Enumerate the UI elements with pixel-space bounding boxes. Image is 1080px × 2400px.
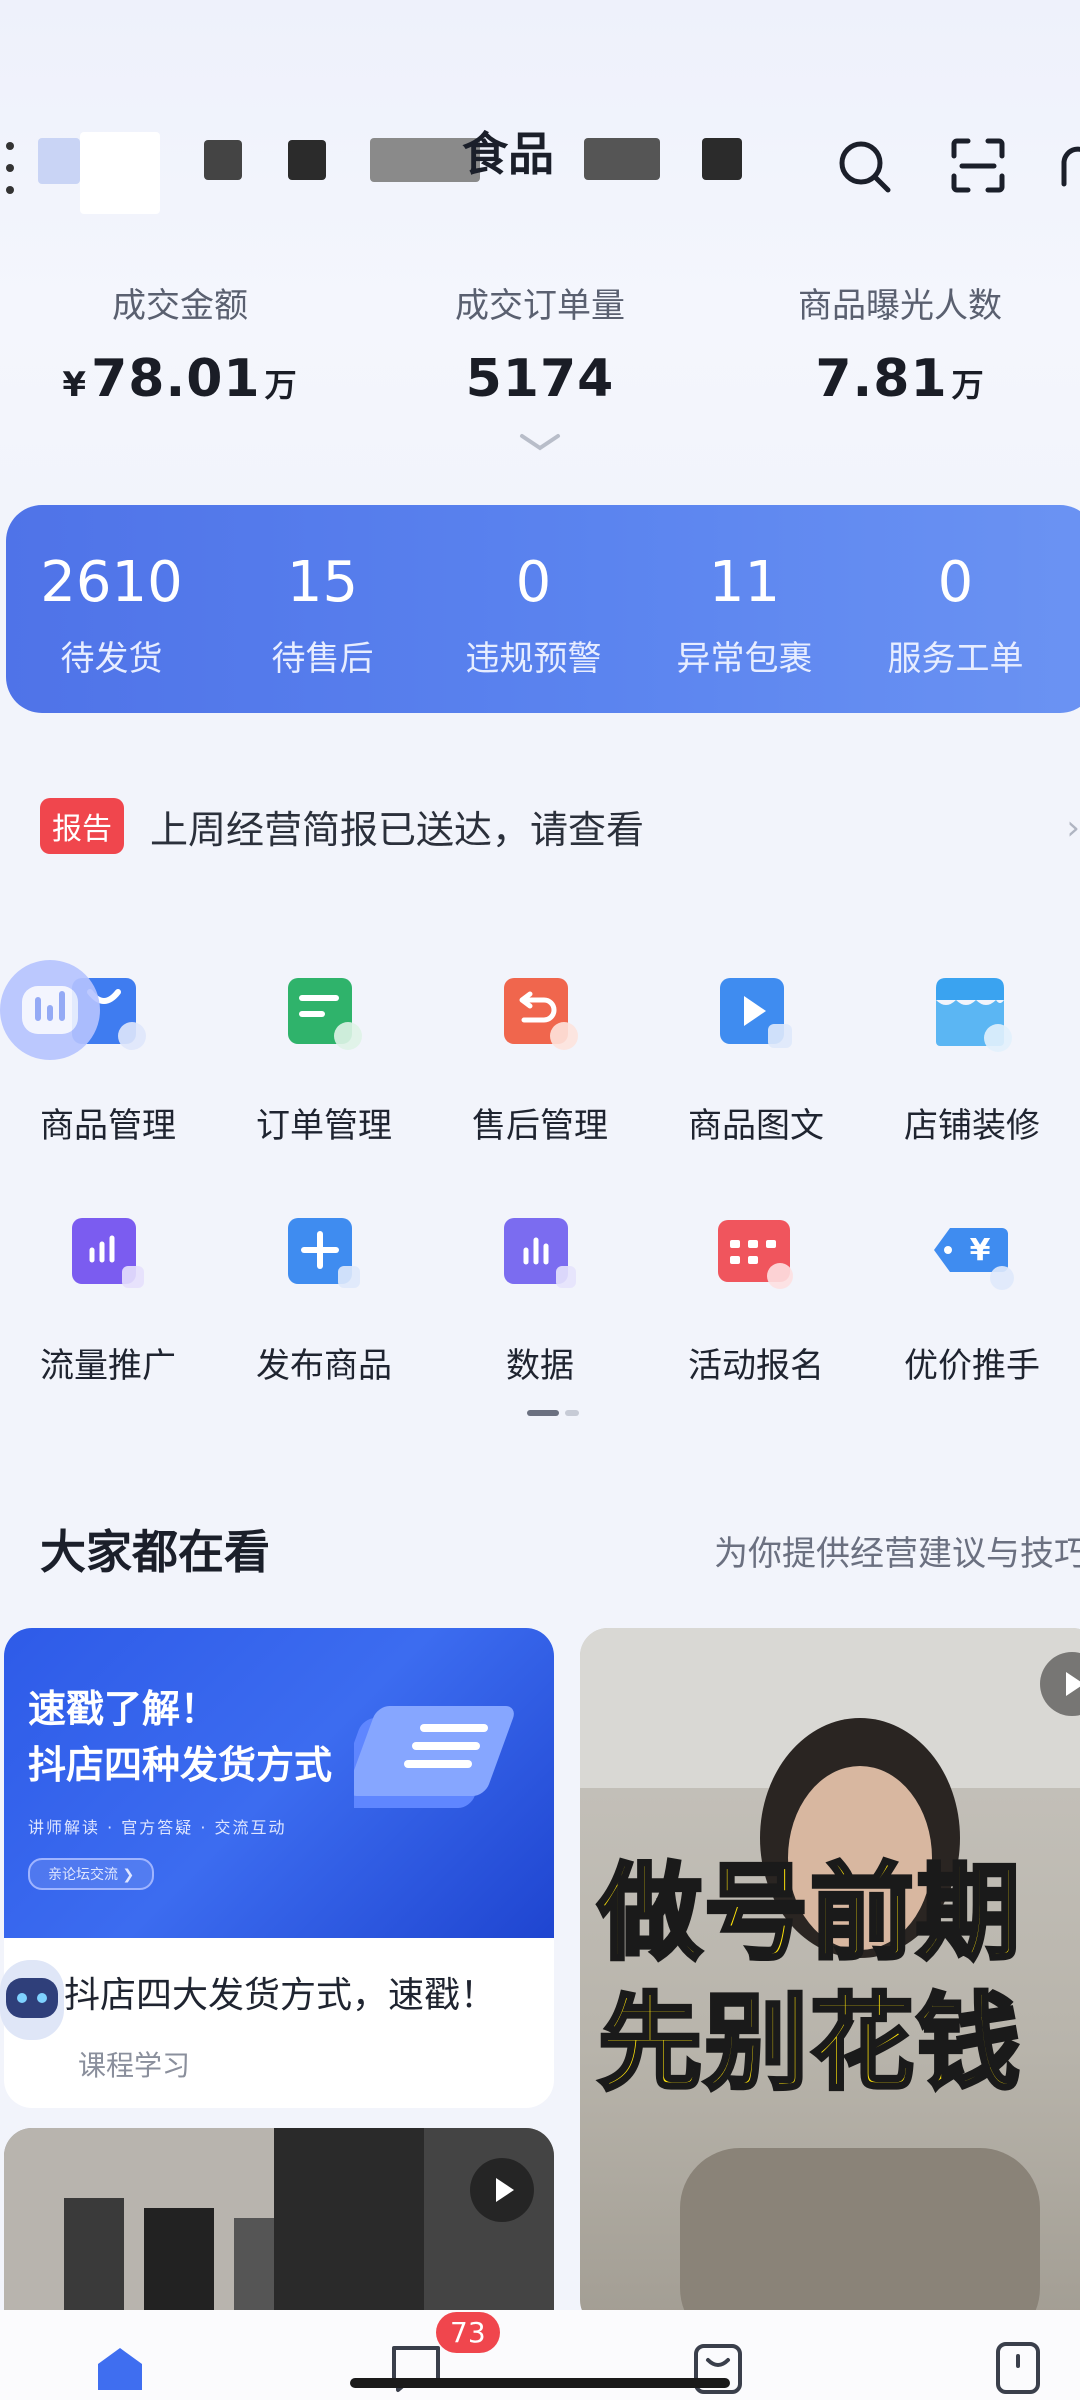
- grid-item-order-management[interactable]: 订单管理: [216, 958, 432, 1198]
- section-subtitle[interactable]: 为你提供经营建议与技巧: [714, 1526, 1080, 1575]
- grid-label: 售后管理: [472, 1106, 608, 1146]
- grid-label: 流量推广: [40, 1346, 176, 1386]
- chevron-right-icon: ›: [1066, 808, 1080, 848]
- stats-row: 成交金额 ¥78.01 万 成交订单量 5174 商品曝光人数 7.81 万: [0, 278, 1080, 409]
- redacted-block: [204, 140, 242, 180]
- stat-value: 7.81 万: [815, 349, 985, 409]
- report-notice[interactable]: 报告 上周经营简报已送达，请查看 ›: [40, 796, 1080, 856]
- scan-icon[interactable]: [948, 136, 1008, 196]
- grid-label: 数据: [506, 1346, 574, 1386]
- banner-title: 抖店四种发货方式: [28, 1743, 333, 1787]
- summary-value: 15: [286, 550, 359, 615]
- grid-item-store-decoration[interactable]: 店铺装修: [864, 958, 1080, 1198]
- grid-item-publish-product[interactable]: 发布商品: [216, 1198, 432, 1438]
- home-icon[interactable]: [92, 2340, 148, 2396]
- stat-exposure[interactable]: 商品曝光人数 7.81 万: [720, 278, 1080, 409]
- stat-orders[interactable]: 成交订单量 5174: [360, 278, 720, 409]
- search-icon[interactable]: [834, 136, 894, 196]
- order-list-icon: [288, 978, 362, 1050]
- video-overlay-text: 先别花钱: [596, 1980, 1023, 2106]
- calendar-icon: [718, 1220, 793, 1289]
- home-indicator: [350, 2378, 730, 2388]
- summary-service-ticket[interactable]: 0 服务工单: [850, 505, 1061, 713]
- summary-label: 违规预警: [465, 639, 602, 679]
- redacted-block: [584, 138, 660, 180]
- redacted-block: [80, 132, 160, 214]
- grid-label: 订单管理: [256, 1106, 392, 1146]
- stat-gmv[interactable]: 成交金额 ¥78.01 万: [0, 278, 360, 409]
- card-title: 抖店四大发货方式，速戳！: [64, 1975, 497, 2016]
- play-icon[interactable]: [470, 2158, 534, 2222]
- grid-label: 发布商品: [256, 1346, 392, 1386]
- store-name[interactable]: 食品: [462, 118, 554, 184]
- summary-value: 2610: [40, 550, 183, 615]
- drag-handle-icon[interactable]: [4, 142, 16, 194]
- floating-assistant-icon[interactable]: [0, 960, 100, 1060]
- banner-headline: 速戳了解！: [28, 1687, 219, 1731]
- summary-violation[interactable]: 0 违规预警: [428, 505, 639, 713]
- summary-abnormal-package[interactable]: 11 异常包裹: [639, 505, 850, 713]
- section-title: 大家都在看: [40, 1525, 270, 1579]
- document-stack-icon: [354, 1706, 514, 1808]
- grid-item-after-sale-management[interactable]: 售后管理: [432, 958, 648, 1198]
- chevron-down-icon[interactable]: [516, 430, 564, 454]
- tool-grid: 商品管理 订单管理 售后管理 商品图文 店铺装修 流量推广 发布商品 数据 活动…: [0, 958, 1080, 1438]
- robot-assistant-icon[interactable]: [0, 1960, 64, 2040]
- grid-item-data[interactable]: 数据: [432, 1198, 648, 1438]
- redacted-block: [288, 140, 326, 180]
- bell-icon[interactable]: [1060, 136, 1080, 196]
- plus-icon: [288, 1218, 360, 1288]
- grid-item-price-promoter[interactable]: ¥ 优价推手: [864, 1198, 1080, 1438]
- summary-value: 0: [515, 550, 552, 615]
- summary-after-sale[interactable]: 15 待售后: [217, 505, 428, 713]
- yen-tag-icon: ¥: [934, 1228, 1014, 1290]
- grid-label: 商品图文: [688, 1106, 824, 1146]
- video-card[interactable]: 做号前期 先别花钱: [580, 1628, 1080, 2328]
- redacted-block: [702, 138, 742, 180]
- stat-value: 5174: [465, 349, 615, 409]
- play-icon[interactable]: [1040, 1652, 1080, 1716]
- grid-label: 优价推手: [904, 1346, 1040, 1386]
- pending-summary-card: 2610 待发货 15 待售后 0 违规预警 11 异常包裹 0 服务工单: [6, 505, 1080, 713]
- video-play-icon: [720, 978, 792, 1048]
- video-overlay-text: 做号前期: [596, 1850, 1023, 1976]
- grid-label: 商品管理: [40, 1106, 176, 1146]
- svg-text:¥: ¥: [970, 1233, 991, 1268]
- summary-value: 11: [708, 550, 781, 615]
- grid-label: 活动报名: [688, 1346, 824, 1386]
- stat-value: ¥78.01 万: [62, 349, 298, 409]
- card-tag: 课程学习: [78, 2049, 191, 2082]
- stat-label: 商品曝光人数: [798, 286, 1002, 326]
- card-banner: 速戳了解！ 抖店四种发货方式 讲师解读 · 官方答疑 · 交流互动 亲论坛交流 …: [4, 1628, 554, 1938]
- report-text: 上周经营简报已送达，请查看: [150, 807, 645, 852]
- grid-item-product-media[interactable]: 商品图文: [648, 958, 864, 1198]
- banner-button[interactable]: 亲论坛交流 ❯: [28, 1858, 155, 1890]
- report-badge: 报告: [40, 798, 124, 854]
- redacted-block: [38, 138, 80, 184]
- stat-label: 成交金额: [112, 286, 248, 326]
- page-indicator: [527, 1410, 579, 1416]
- content-card[interactable]: 速戳了解！ 抖店四种发货方式 讲师解读 · 官方答疑 · 交流互动 亲论坛交流 …: [4, 1628, 554, 2108]
- stat-label: 成交订单量: [455, 286, 625, 326]
- summary-label: 待发货: [60, 639, 163, 679]
- grid-item-event-signup[interactable]: 活动报名: [648, 1198, 864, 1438]
- summary-value: 0: [937, 550, 974, 615]
- store-icon: [936, 978, 1012, 1052]
- data-chart-icon: [504, 1218, 576, 1288]
- grid-item-traffic-promotion[interactable]: 流量推广: [0, 1198, 216, 1438]
- message-count-badge: 73: [436, 2312, 500, 2353]
- summary-to-ship[interactable]: 2610 待发货: [6, 505, 217, 713]
- mine-icon[interactable]: [990, 2340, 1046, 2396]
- summary-label: 服务工单: [887, 639, 1024, 679]
- banner-subline: 讲师解读 · 官方答疑 · 交流互动: [28, 1818, 287, 1837]
- summary-label: 异常包裹: [676, 639, 813, 679]
- summary-label: 待售后: [271, 639, 374, 679]
- grid-label: 店铺装修: [904, 1106, 1040, 1146]
- traffic-icon: [72, 1218, 144, 1288]
- return-icon: [504, 978, 578, 1050]
